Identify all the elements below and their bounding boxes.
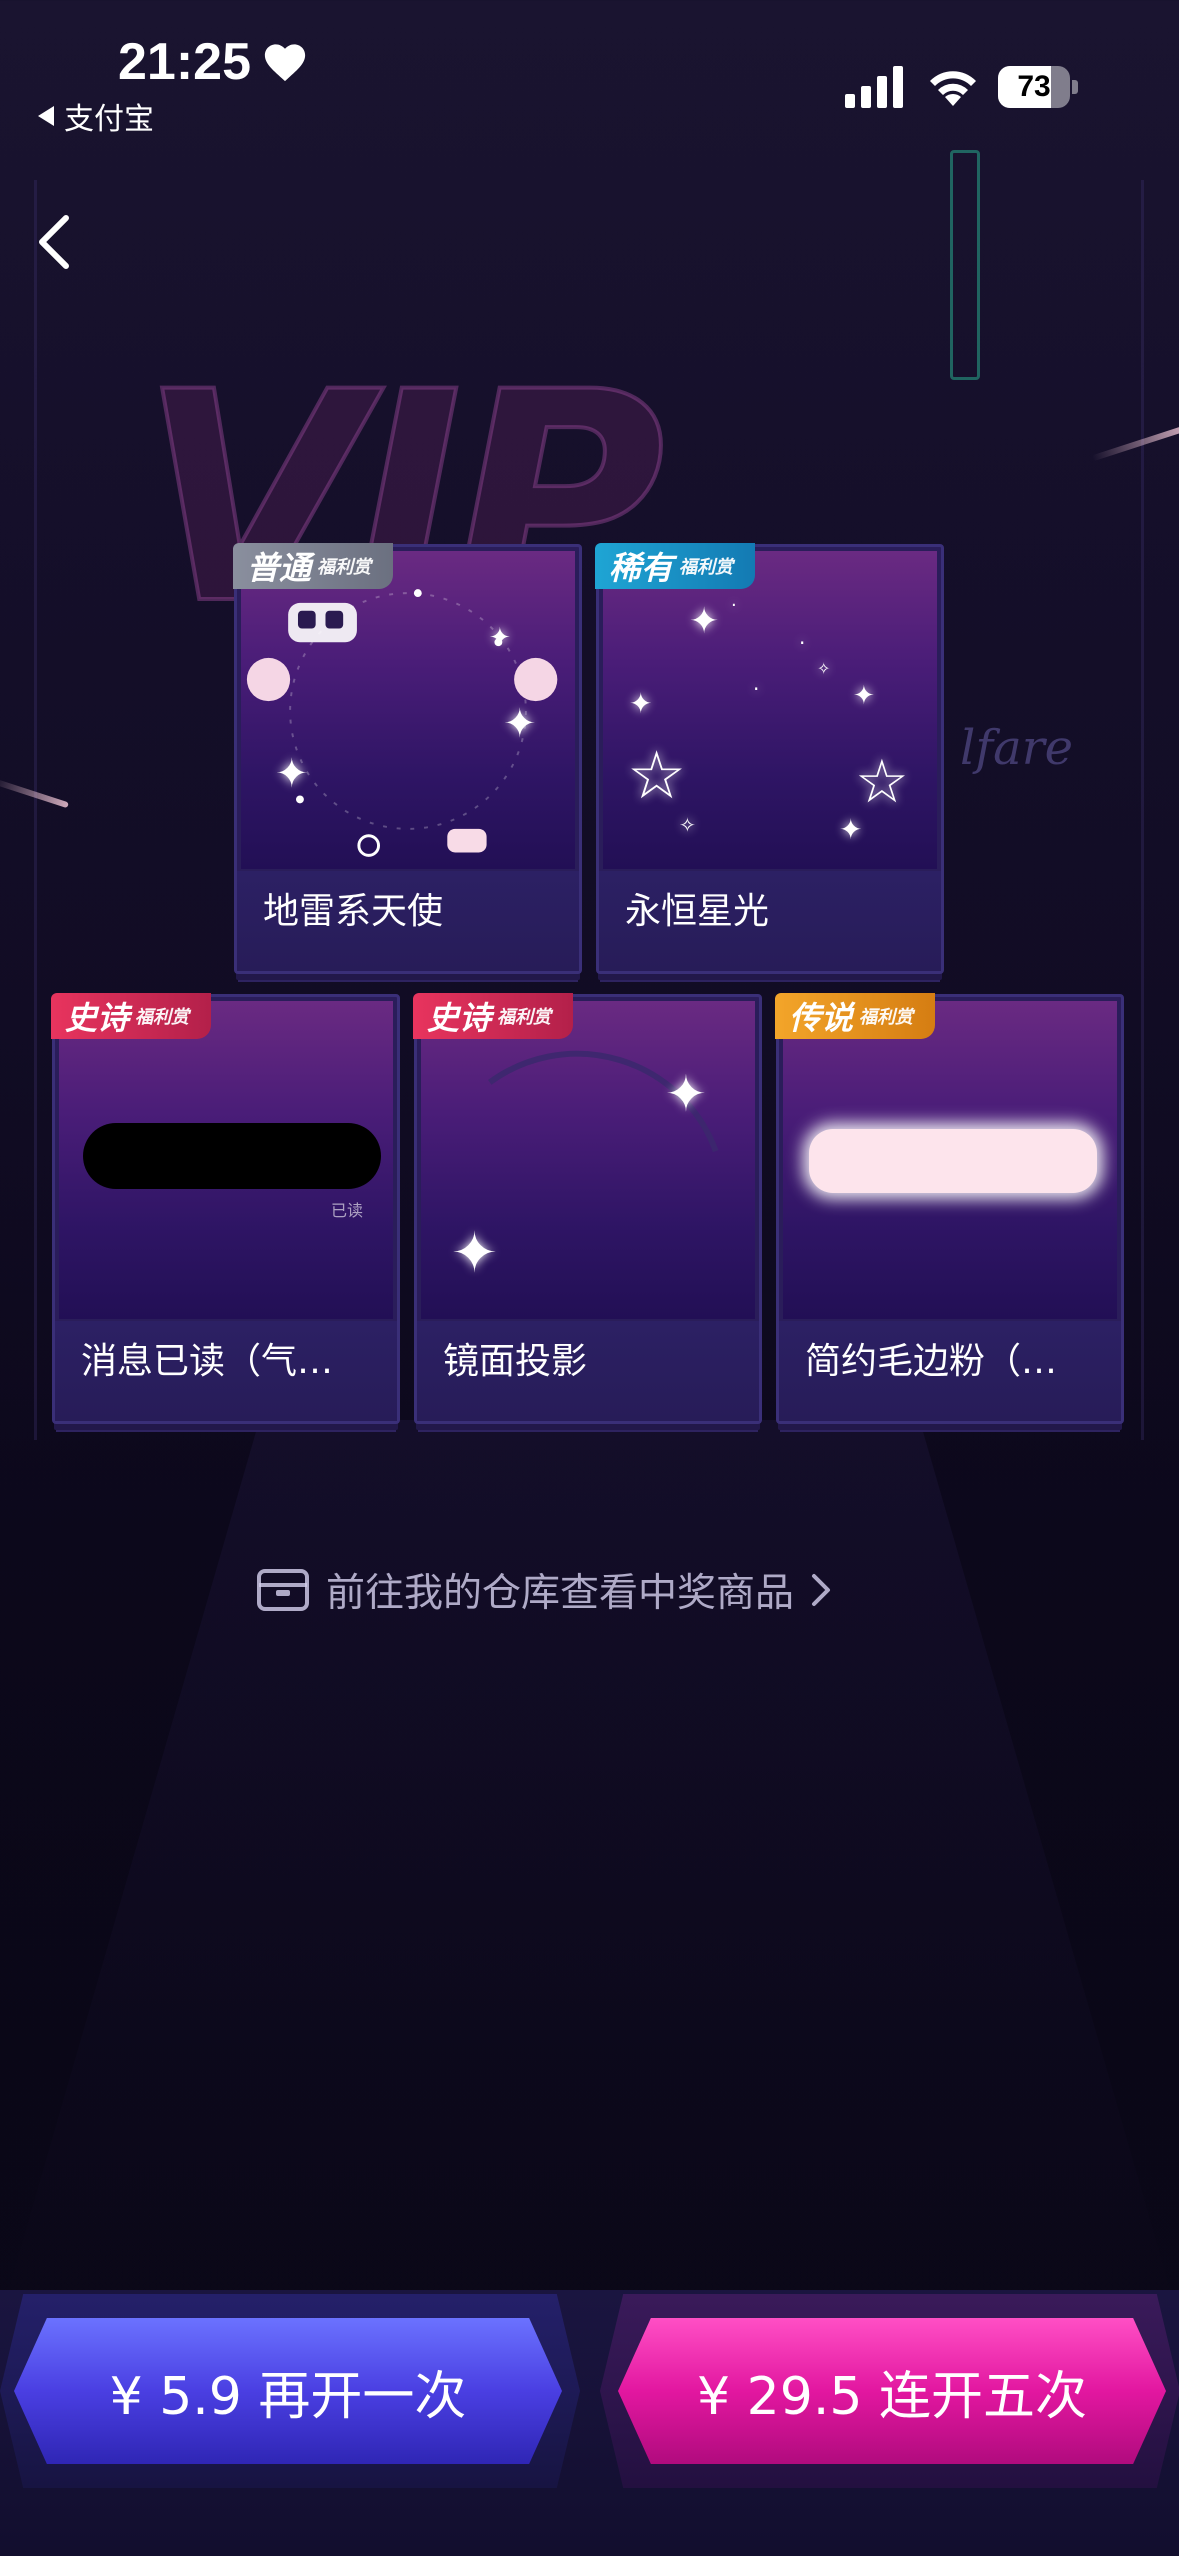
warehouse-link-text: 前往我的仓库查看中奖商品 [326, 1571, 795, 1616]
neon-streak [1091, 424, 1179, 462]
open-five-button[interactable]: ¥ 29.5 连开五次 [618, 2318, 1166, 2464]
prize-card[interactable]: ✦ ✦ ✦ 普通 福利赏 地雷系天使 [233, 543, 582, 974]
sparkle-icon: · [731, 595, 737, 616]
star-icon: ☆ [855, 747, 909, 817]
sparkle-icon: ✦ [275, 751, 309, 797]
background-script: lfare [960, 720, 1074, 776]
battery-level: 73 [1017, 70, 1051, 103]
neon-sign [950, 150, 980, 380]
prize-card[interactable]: 已读 史诗 福利赏 消息已读（气… [51, 993, 400, 1424]
rarity-tag: 史诗 福利赏 [413, 993, 574, 1039]
back-arrow-icon[interactable] [28, 206, 84, 278]
rarity-tag-subtext: 福利赏 [497, 1007, 552, 1028]
card-label: 镜面投影 [443, 1341, 588, 1382]
back-triangle-icon [38, 106, 54, 126]
rarity-tag: 传说 福利赏 [775, 993, 936, 1039]
battery-cap [1072, 80, 1078, 94]
rarity-tag: 史诗 福利赏 [51, 993, 212, 1039]
card-label: 永恒星光 [625, 891, 770, 932]
sparkle-icon: ✦ [451, 1221, 498, 1286]
status-time: 21:25 [118, 33, 251, 91]
rarity-tag: 普通 福利赏 [233, 543, 394, 589]
card-label: 简约毛边粉（… [805, 1341, 1058, 1382]
rarity-tag: 稀有 福利赏 [595, 543, 756, 589]
sparkle-icon: ✦ [489, 623, 511, 653]
card-image: 已读 [59, 1001, 393, 1319]
sparkle-icon: ✦ [689, 601, 720, 642]
card-image: ☆ ☆ ✦ ✦ ✦ ✦ · · · ✧ ✧ [603, 551, 937, 869]
card-image: ✦ ✦ [421, 1001, 755, 1319]
rarity-tag-subtext: 福利赏 [135, 1007, 190, 1028]
pink-bubble-preview [809, 1129, 1097, 1193]
read-receipt-text: 已读 [331, 1201, 364, 1220]
rarity-tag-text: 普通 [247, 549, 312, 587]
rarity-tag-subtext: 福利赏 [859, 1007, 914, 1028]
warehouse-box-icon [257, 1569, 309, 1611]
cellular-signal-icon [845, 66, 903, 108]
rarity-tag-subtext: 福利赏 [679, 557, 734, 578]
rarity-tag-text: 稀有 [609, 549, 674, 587]
sparkle-icon: · [753, 677, 760, 701]
prize-card[interactable]: ✦ ✦ 史诗 福利赏 镜面投影 [413, 993, 762, 1424]
card-image: ✦ ✦ ✦ [241, 551, 575, 869]
card-label: 消息已读（气… [81, 1341, 334, 1382]
chevron-right-icon [812, 1574, 831, 1606]
sparkle-icon: ✧ [679, 813, 696, 837]
wifi-icon [930, 71, 976, 106]
sparkle-icon: ✦ [839, 813, 863, 846]
back-app-label: 支付宝 [64, 103, 154, 136]
sparkle-icon: ✦ [665, 1065, 707, 1123]
rarity-tag-text: 传说 [789, 999, 854, 1037]
back-to-app[interactable]: 支付宝 [38, 94, 154, 138]
status-bar: 21:25 支付宝 73 [0, 0, 1179, 150]
sparkle-icon: ✧ [817, 659, 831, 678]
warehouse-link[interactable]: 前往我的仓库查看中奖商品 [256, 1558, 832, 1622]
rarity-tag-text: 史诗 [65, 999, 130, 1037]
sparkle-icon: ✦ [503, 701, 537, 747]
prize-card[interactable]: ☆ ☆ ✦ ✦ ✦ ✦ · · · ✧ ✧ 稀有 福利赏 永恒星光 [595, 543, 944, 974]
battery-indicator: 73 [998, 66, 1078, 108]
sparkle-icon: ✦ [853, 681, 875, 711]
rarity-tag-subtext: 福利赏 [317, 557, 372, 578]
card-label: 地雷系天使 [263, 891, 444, 932]
prize-card[interactable]: 传说 福利赏 简约毛边粉（… [775, 993, 1124, 1424]
card-image [783, 1001, 1117, 1319]
rarity-tag-text: 史诗 [427, 999, 492, 1037]
neon-streak [0, 777, 69, 809]
star-icon: ☆ [627, 737, 687, 814]
floor-perspective [0, 1420, 1179, 2320]
chat-bubble-preview [83, 1123, 381, 1189]
sparkle-icon: ✦ [629, 687, 653, 720]
open-again-button[interactable]: ¥ 5.9 再开一次 [14, 2318, 562, 2464]
sparkle-icon: · [799, 631, 806, 655]
heart-icon [264, 44, 306, 82]
